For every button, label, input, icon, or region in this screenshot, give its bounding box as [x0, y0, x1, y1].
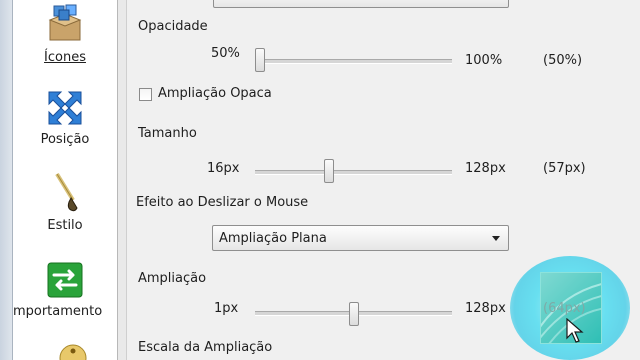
opacity-slider-thumb[interactable]	[255, 48, 265, 72]
size-slider-track[interactable]	[255, 170, 452, 175]
scale-label: Escala da Ampliação	[138, 340, 273, 355]
icons-box-icon	[48, 4, 82, 41]
sidebar-item-label: Posição	[40, 132, 90, 147]
opacity-value: (50%)	[543, 53, 583, 68]
opacity-label: Opacidade	[138, 19, 208, 34]
mouse-pointer-icon	[566, 317, 584, 348]
opacity-max: 100%	[465, 53, 503, 68]
size-min: 16px	[207, 161, 240, 176]
sidebar-item-label: omportamento	[13, 304, 103, 319]
effect-dropdown[interactable]: Ampliação Plana	[212, 225, 509, 251]
sidebar-item-label: Estilo	[47, 218, 83, 233]
magnification-slider-thumb[interactable]	[348, 302, 359, 326]
sidebar-item-label: Ícones	[44, 50, 86, 65]
effect-dropdown-value: Ampliação Plana	[219, 231, 327, 246]
opacity-slider-track[interactable]	[255, 59, 452, 64]
ampliacao-opaca-checkbox[interactable]	[139, 88, 152, 101]
size-label: Tamanho	[138, 126, 197, 141]
size-max: 128px	[465, 161, 506, 176]
sidebar-scrollbar[interactable]	[118, 0, 127, 360]
magnification-min: 1px	[214, 301, 239, 316]
sidebar-item-posicao[interactable]: Posição	[13, 88, 117, 147]
top-dropdown[interactable]	[213, 0, 509, 8]
magnification-max: 128px	[465, 301, 506, 316]
opacity-min: 50%	[211, 46, 240, 61]
sidebar-item-comportamento[interactable]: omportamento	[13, 260, 117, 319]
size-slider-thumb[interactable]	[324, 159, 335, 183]
settings-sidebar: Ícones Posição Estilo omportamento	[13, 0, 118, 360]
size-value: (57px)	[543, 161, 586, 176]
swap-arrows-icon	[47, 262, 83, 298]
sidebar-item-icones[interactable]: Ícones	[13, 2, 117, 65]
magnification-label: Ampliação	[138, 271, 207, 286]
ampliacao-opaca-label: Ampliação Opaca	[158, 86, 272, 101]
brush-icon	[55, 172, 78, 212]
sidebar-item-estilo[interactable]: Estilo	[13, 170, 117, 233]
magnification-value: (64px)	[543, 301, 586, 316]
info-icon[interactable]	[57, 340, 89, 360]
move-arrows-icon	[48, 91, 82, 125]
chevron-down-icon	[492, 236, 500, 241]
effect-label: Efeito ao Deslizar o Mouse	[136, 195, 309, 210]
window-left-edge	[0, 0, 13, 360]
